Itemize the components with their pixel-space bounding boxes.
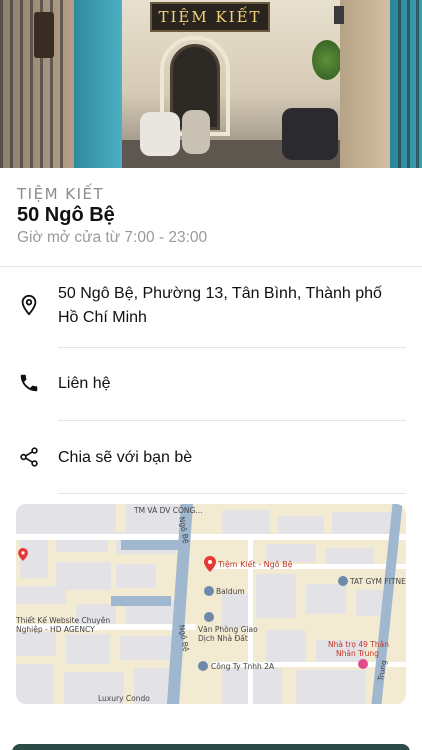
map-poi-label: Luxury Condo <box>98 694 150 703</box>
map-poi-icon[interactable] <box>204 612 214 622</box>
map-poi-label: Baldum <box>216 587 245 596</box>
map-poi-label: Dịch Nhà Đất <box>198 634 248 643</box>
map-poi-label: Nhân Trung <box>336 649 379 658</box>
page-title: 50 Ngô Bệ <box>17 204 115 226</box>
phone-icon <box>18 372 40 394</box>
map-poi-label: Thiết Kế Website Chuyên <box>16 616 111 625</box>
map-pin-icon[interactable] <box>18 548 28 561</box>
location-map[interactable]: TM VÀ DV CÔNG... Ngô Bệ Ngô Bệ Trung Thi… <box>16 504 406 704</box>
brand-name: TIỆM KIẾT <box>17 185 105 203</box>
map-poi-label: Công Ty Tnhh 2A <box>211 662 275 671</box>
storefront-photo: TIỆM KIẾT <box>0 0 422 168</box>
opening-hours: Giờ mở cửa từ 7:00 - 23:00 <box>17 229 208 246</box>
divider <box>58 420 406 421</box>
map-marker-icon[interactable] <box>204 556 216 572</box>
map-poi-label: Nghiệp - HD AGENCY <box>16 625 95 634</box>
map-label: TM VÀ DV CÔNG... <box>134 506 203 515</box>
contact-label: Liên hệ <box>58 375 111 392</box>
divider <box>0 266 422 267</box>
share-label: Chia sẽ với bạn bè <box>58 449 193 466</box>
divider <box>58 347 406 348</box>
map-poi-icon[interactable] <box>338 576 348 586</box>
share-icon <box>18 446 40 468</box>
map-poi-icon[interactable] <box>358 659 368 669</box>
bottom-action-bar[interactable] <box>12 744 410 750</box>
map-marker-label: Tiệm Kiết - Ngô Bệ <box>218 560 293 569</box>
location-pin-icon <box>18 294 40 316</box>
divider <box>58 493 406 494</box>
map-poi-icon[interactable] <box>204 586 214 596</box>
storefront-sign: TIỆM KIẾT <box>150 2 270 32</box>
map-poi-icon[interactable] <box>198 661 208 671</box>
address-text: 50 Ngô Bệ, Phường 13, Tân Bình, Thành ph… <box>58 285 382 326</box>
map-poi-label: Nhà trọ 49 Thân <box>328 640 389 649</box>
map-poi-label: TAT GYM FITNESS <box>350 577 406 586</box>
map-poi-label: Văn Phòng Giao <box>198 625 258 634</box>
